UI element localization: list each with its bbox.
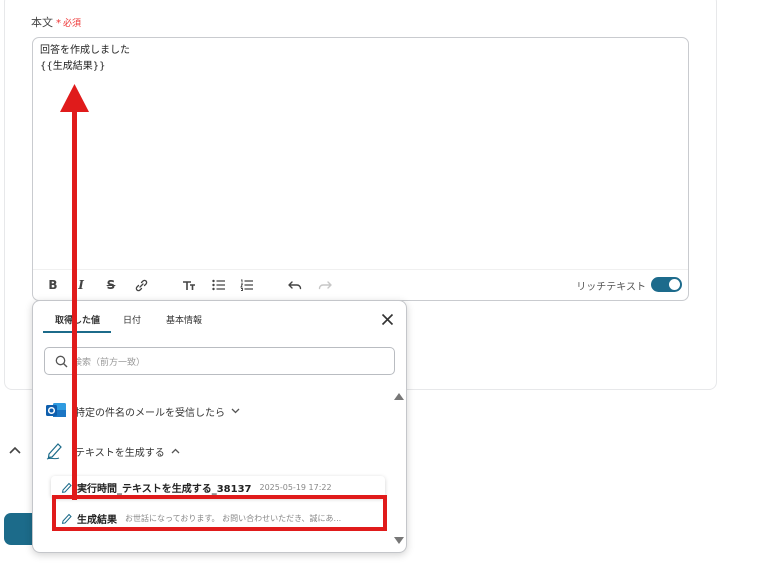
annotation-arrow — [60, 84, 89, 500]
